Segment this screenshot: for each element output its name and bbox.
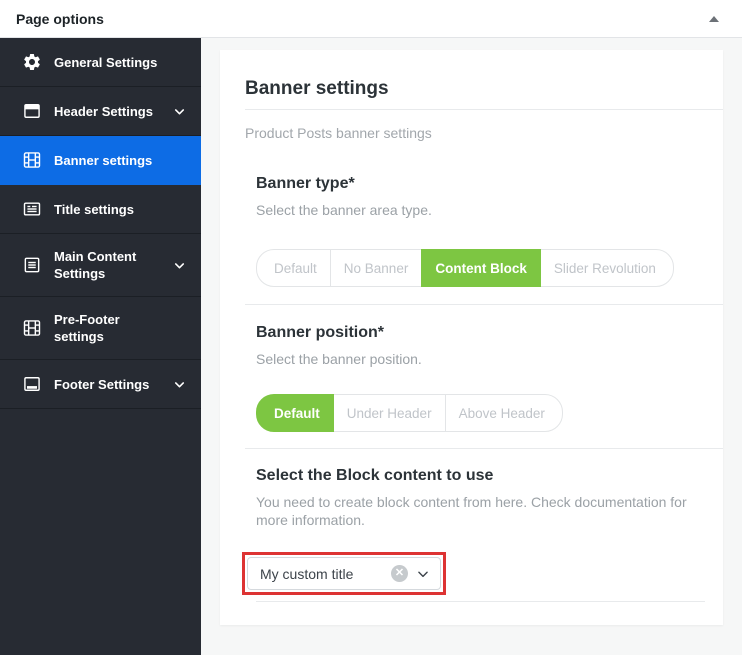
banner-type-option-content-block[interactable]: Content Block: [421, 249, 541, 287]
block-content-select[interactable]: My custom title ✕: [247, 557, 441, 590]
header-window-icon: [22, 101, 42, 121]
sidebar-item-label: Banner settings: [54, 152, 153, 168]
divider: [245, 448, 723, 449]
gear-icon: [22, 52, 42, 72]
chevron-down-icon: [172, 104, 187, 119]
sidebar-item-label: Title settings: [54, 201, 134, 217]
title-list-icon: [22, 199, 42, 219]
sidebar-item-main-content-settings[interactable]: Main Content Settings: [0, 234, 201, 297]
sidebar-item-banner-settings[interactable]: Banner settings: [0, 136, 201, 185]
sidebar-item-footer-settings[interactable]: Footer Settings: [0, 360, 201, 409]
chevron-down-icon[interactable]: [416, 567, 430, 581]
banner-type-description: Select the banner area type.: [256, 202, 432, 218]
collapse-toggle-button[interactable]: [702, 7, 726, 31]
banner-type-option-default[interactable]: Default: [256, 249, 331, 287]
banner-type-option-slider-revolution[interactable]: Slider Revolution: [539, 249, 674, 287]
banner-position-option-above-header[interactable]: Above Header: [444, 394, 563, 432]
banner-position-description: Select the banner position.: [256, 351, 422, 367]
banner-position-option-default[interactable]: Default: [256, 394, 334, 432]
chevron-down-icon: [172, 377, 187, 392]
panel-subtitle: Product Posts banner settings: [245, 125, 432, 141]
sidebar-item-header-settings[interactable]: Header Settings: [0, 87, 201, 136]
banner-type-option-no-banner[interactable]: No Banner: [329, 249, 423, 287]
sidebar-item-label: Footer Settings: [54, 376, 150, 392]
sidebar-item-label: General Settings: [54, 54, 158, 70]
sidebar-item-label: Main Content Settings: [54, 249, 137, 281]
banner-type-button-group: Default No Banner Content Block Slider R…: [256, 249, 674, 287]
banner-settings-panel: Banner settings Product Posts banner set…: [220, 50, 723, 625]
film-strip-icon: [22, 318, 42, 338]
divider: [245, 109, 723, 110]
chevron-down-icon: [172, 258, 187, 273]
film-strip-icon: [22, 150, 42, 170]
sidebar-item-general-settings[interactable]: General Settings: [0, 38, 201, 87]
clear-x-icon[interactable]: ✕: [391, 565, 408, 582]
panel-title: Banner settings: [245, 78, 389, 99]
banner-position-heading: Banner position*: [256, 324, 385, 341]
divider: [245, 304, 723, 305]
sidebar-item-pre-footer-settings[interactable]: Pre-Footer settings: [0, 297, 201, 360]
settings-sidebar: General Settings Header Settings Banner …: [0, 38, 201, 655]
banner-position-button-group: Default Under Header Above Header: [256, 394, 563, 432]
metabox-header: Page options: [0, 0, 742, 38]
document-lines-icon: [22, 255, 42, 275]
sidebar-item-title-settings[interactable]: Title settings: [0, 185, 201, 234]
page-title: Page options: [16, 10, 104, 27]
banner-type-heading: Banner type*: [256, 175, 355, 192]
triangle-up-icon: [709, 15, 719, 22]
block-content-heading: Select the Block content to use: [256, 467, 494, 484]
divider: [256, 601, 705, 602]
sidebar-item-label: Pre-Footer settings: [54, 312, 120, 344]
sidebar-item-label: Header Settings: [54, 103, 153, 119]
banner-position-option-under-header[interactable]: Under Header: [332, 394, 446, 432]
block-content-description: You need to create block content from he…: [256, 494, 687, 528]
red-highlight-annotation: My custom title ✕: [242, 552, 446, 595]
footer-window-icon: [22, 374, 42, 394]
select-selected-value: My custom title: [260, 565, 354, 582]
